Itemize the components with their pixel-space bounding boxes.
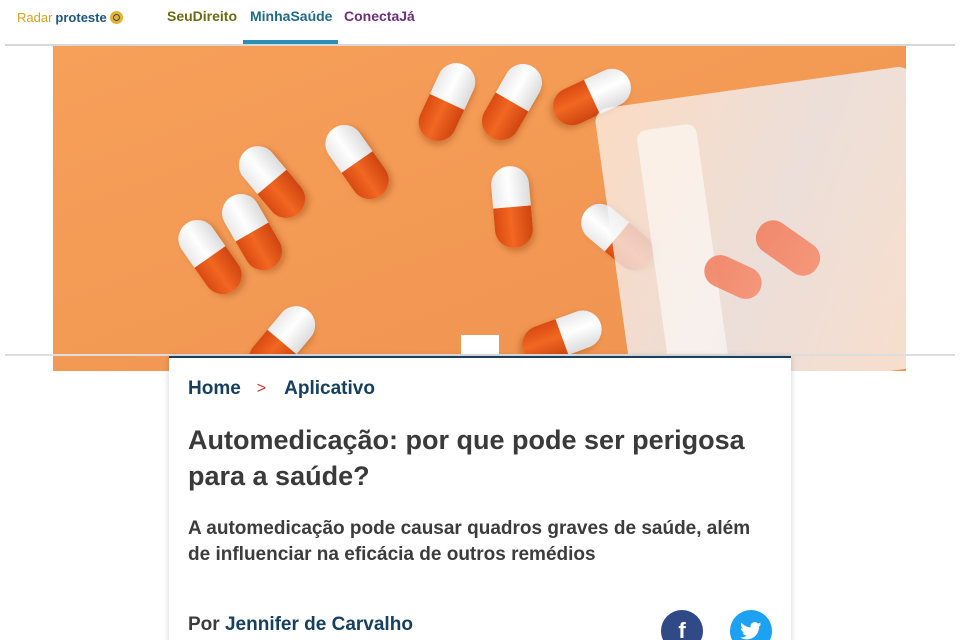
article-card: Home > Aplicativo Automedicação: por que…	[169, 356, 791, 640]
capsule-image	[475, 56, 549, 148]
byline-prefix: Por	[188, 614, 220, 635]
article-byline: Por Jennifer de Carvalho	[188, 614, 413, 636]
article-subtitle: A automedicação pode causar quadros grav…	[188, 518, 751, 565]
nav-link-seudireito[interactable]: SeuDireito	[167, 8, 237, 24]
facebook-icon: f	[678, 618, 686, 640]
twitter-icon	[740, 622, 762, 640]
top-navigation: Radar proteste SeuDireito MinhaSaúde Con…	[0, 0, 960, 45]
twitter-share-button[interactable]	[730, 610, 772, 640]
capsule-image	[317, 117, 397, 207]
author-name-link[interactable]: Jennifer de Carvalho	[225, 614, 413, 635]
nav-link-conectaja[interactable]: ConectaJá	[344, 8, 415, 24]
breadcrumb: Home > Aplicativo	[188, 378, 375, 400]
breadcrumb-separator: >	[256, 380, 267, 397]
logo-badge-icon	[109, 10, 123, 24]
breadcrumb-home-link[interactable]: Home	[188, 378, 241, 400]
breadcrumb-section-link[interactable]: Aplicativo	[284, 378, 375, 400]
radar-proteste-logo[interactable]: Radar proteste	[17, 8, 123, 26]
hero-image	[53, 46, 906, 371]
pill-bottle-image	[593, 65, 906, 371]
carousel-indicator[interactable]	[461, 335, 499, 355]
nav-link-minhasaude[interactable]: MinhaSaúde	[250, 8, 332, 24]
article-title: Automedicação: por que pode ser perigosa…	[188, 425, 745, 491]
capsule-image	[489, 164, 535, 250]
logo-radar-text: Radar	[17, 9, 53, 25]
capsule-image	[412, 56, 482, 148]
facebook-share-button[interactable]: f	[661, 610, 703, 640]
logo-proteste-text: proteste	[55, 9, 107, 25]
